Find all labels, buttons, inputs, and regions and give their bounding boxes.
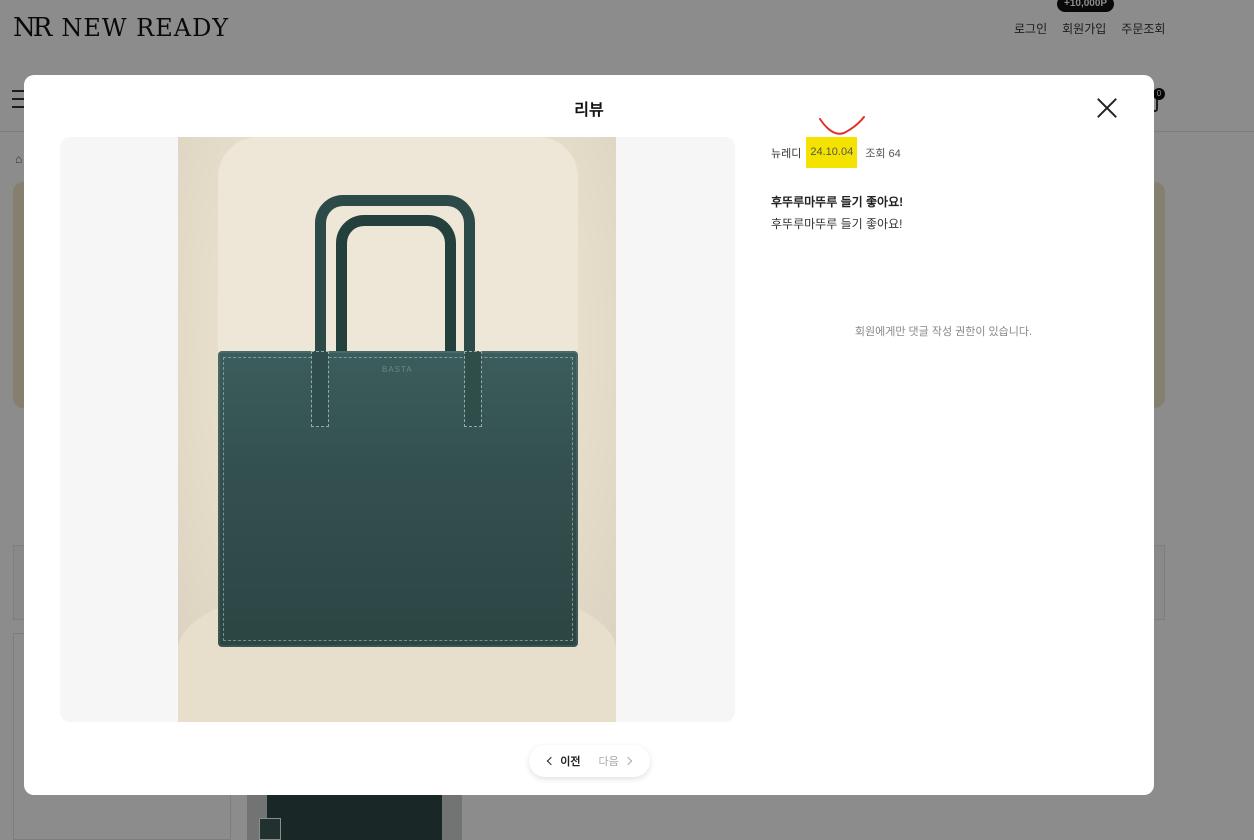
photo-tote-bag xyxy=(218,351,578,647)
next-label: 다음 xyxy=(598,756,619,768)
review-photo-area: BASTA xyxy=(60,137,735,722)
photo-bag-strap xyxy=(311,351,329,427)
review-meta: 뉴레디 24.10.04 조회 64 xyxy=(771,137,901,168)
photo-bag-strap xyxy=(464,351,482,427)
comment-permission-notice: 회원에게만 댓글 작성 권한이 있습니다. xyxy=(854,326,1033,338)
next-review-button[interactable]: 다음 xyxy=(598,753,632,769)
close-icon[interactable] xyxy=(1094,95,1120,121)
review-body: 후뚜루마뚜루 들기 좋아요! xyxy=(771,217,903,231)
prev-review-button[interactable]: 이전 xyxy=(547,753,581,769)
photo-brand-stamp: BASTA xyxy=(382,365,413,374)
review-date: 24.10.04 xyxy=(806,137,858,168)
chevron-right-icon xyxy=(623,756,632,766)
review-modal: 리뷰 BASTA 뉴레디 24.10.04 조회 64 후뚜루마뚜루 들기 좋아… xyxy=(24,75,1154,795)
modal-title: 리뷰 xyxy=(574,102,604,119)
prev-label: 이전 xyxy=(560,756,581,768)
review-title: 후뚜루마뚜루 들기 좋아요! xyxy=(771,195,904,209)
review-photo[interactable]: BASTA xyxy=(178,137,616,722)
review-pager: 이전 다음 xyxy=(529,745,650,777)
review-author: 뉴레디 xyxy=(771,147,802,160)
chevron-left-icon xyxy=(547,756,556,766)
red-check-annotation xyxy=(819,116,865,135)
review-views: 조회 64 xyxy=(865,147,901,160)
